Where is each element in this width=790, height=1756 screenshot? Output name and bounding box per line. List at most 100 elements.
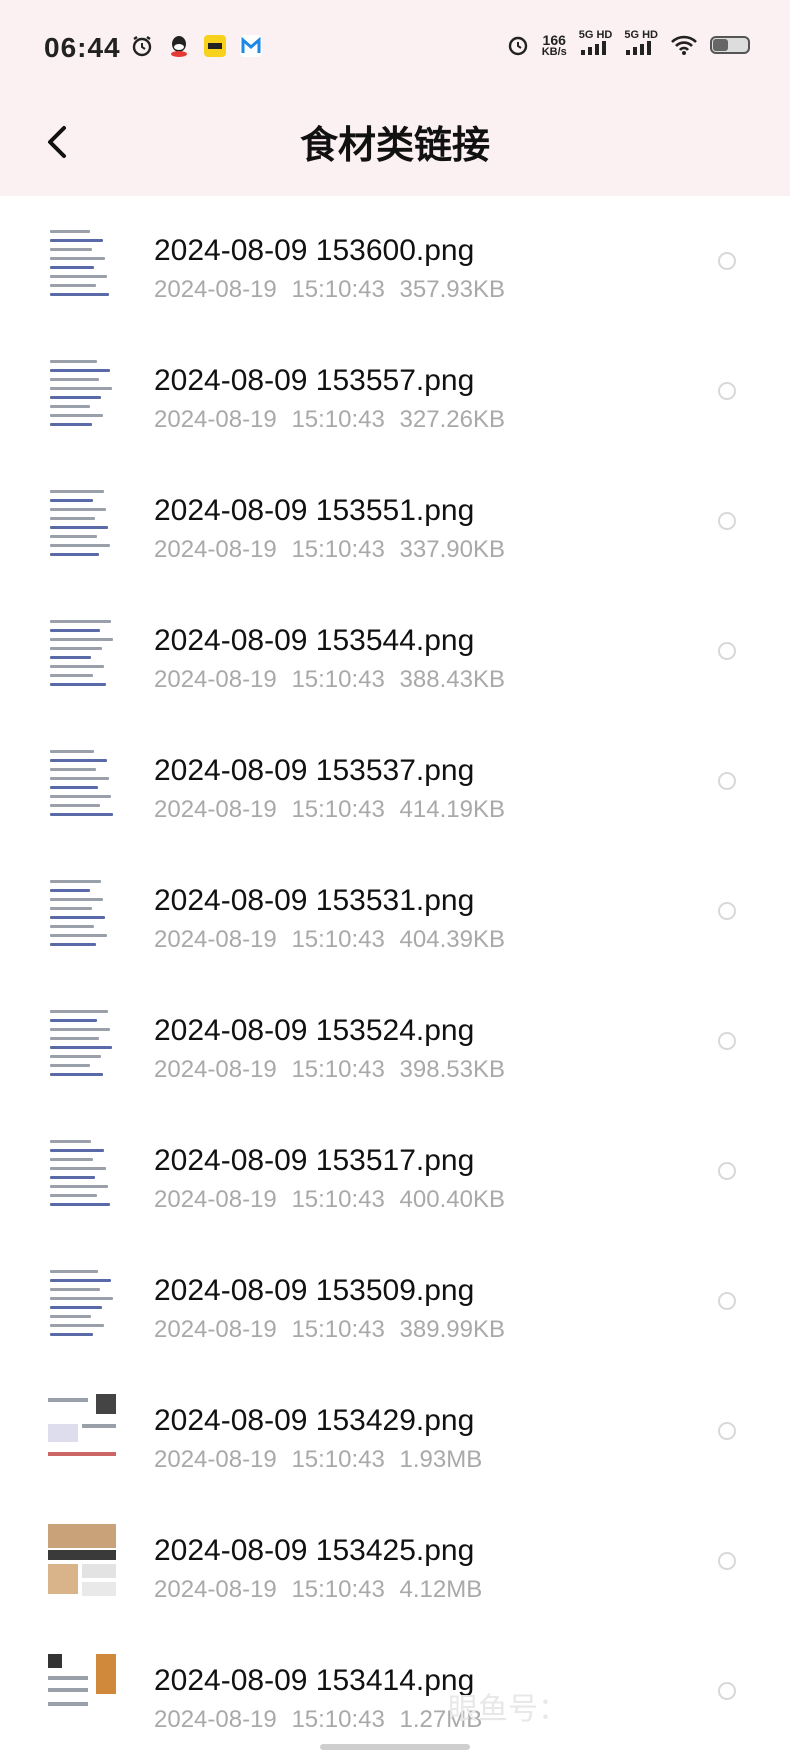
thumbnail-line	[50, 629, 100, 632]
file-list-item[interactable]: 2024-08-09 153429.png 2024-08-19 15:10:43…	[0, 1366, 790, 1496]
thumbnail-line	[50, 1324, 104, 1327]
net-speed-unit: KB/s	[541, 45, 567, 58]
wifi-icon	[671, 35, 697, 55]
file-list-item[interactable]: 2024-08-09 153544.png 2024-08-19 15:10:43…	[0, 586, 790, 716]
thumbnail-line	[50, 674, 93, 677]
file-thumbnail	[48, 744, 116, 820]
select-radio[interactable]	[718, 512, 736, 530]
file-thumbnail	[48, 224, 116, 300]
thumbnail-line	[50, 396, 101, 399]
thumbnail-line	[50, 1019, 97, 1022]
file-list-item[interactable]: 2024-08-09 153425.png 2024-08-19 15:10:43…	[0, 1496, 790, 1626]
select-radio[interactable]	[718, 1422, 736, 1440]
file-date: 2024-08-19	[154, 1186, 277, 1213]
thumbnail-line	[50, 266, 94, 269]
thumbnail-line	[50, 943, 96, 946]
file-list-item[interactable]: 2024-08-09 153517.png 2024-08-19 15:10:43…	[0, 1106, 790, 1236]
thumbnail-block	[48, 1654, 62, 1668]
select-radio[interactable]	[718, 382, 736, 400]
file-thumbnail	[48, 354, 116, 430]
thumbnail-line	[50, 1203, 110, 1206]
file-size: 337.90KB	[399, 536, 505, 563]
thumbnail-line	[50, 239, 103, 242]
select-radio[interactable]	[718, 1292, 736, 1310]
thumbnail-line	[50, 1158, 93, 1161]
file-list-item[interactable]: 2024-08-09 153414.png 2024-08-19 15:10:43…	[0, 1626, 790, 1756]
thumbnail-line	[50, 1270, 98, 1273]
select-radio[interactable]	[718, 902, 736, 920]
file-list-item[interactable]: 2024-08-09 153537.png 2024-08-19 15:10:43…	[0, 716, 790, 846]
file-list-item[interactable]: 2024-08-09 153531.png 2024-08-19 15:10:43…	[0, 846, 790, 976]
status-left-icons	[130, 34, 262, 58]
alarm-icon	[132, 36, 152, 57]
watermark: 眼鱼号：	[448, 1693, 568, 1726]
thumbnail-line	[50, 248, 92, 251]
thumbnail-line	[50, 620, 111, 623]
thumbnail-block	[48, 1398, 88, 1402]
file-meta: 2024-08-19 15:10:43 414.19KB	[154, 796, 505, 824]
title-bar: 食材类链接	[0, 100, 790, 196]
file-list-item[interactable]: 2024-08-09 153557.png 2024-08-19 15:10:43…	[0, 326, 790, 456]
file-time: 15:10:43	[291, 1056, 385, 1083]
file-thumbnail	[48, 1394, 116, 1470]
file-meta: 2024-08-19 15:10:43 1.93MB	[154, 1446, 482, 1474]
sim1-label: 5G HD	[578, 29, 613, 41]
file-list-item[interactable]: 2024-08-09 153551.png 2024-08-19 15:10:43…	[0, 456, 790, 586]
file-name: 2024-08-09 153557.png	[154, 364, 475, 397]
file-list-item[interactable]: 2024-08-09 153524.png 2024-08-19 15:10:43…	[0, 976, 790, 1106]
thumbnail-line	[50, 387, 112, 390]
thumbnail-line	[50, 535, 97, 538]
thumbnail-block	[48, 1424, 78, 1442]
select-radio[interactable]	[718, 772, 736, 790]
thumbnail-block	[96, 1654, 116, 1694]
thumbnail-line	[50, 1315, 91, 1318]
select-radio[interactable]	[718, 642, 736, 660]
thumbnail-line	[50, 1028, 110, 1031]
thumbnail-line	[50, 647, 102, 650]
file-name: 2024-08-09 153509.png	[154, 1274, 475, 1307]
page-title: 食材类链接	[299, 125, 490, 167]
thumbnail-line	[50, 907, 92, 910]
thumbnail-line	[50, 925, 94, 928]
thumbnail-line	[50, 1194, 97, 1197]
status-right-icons: 166 KB/s 5G HD 5G HD	[506, 30, 750, 60]
file-date: 2024-08-19	[154, 1576, 277, 1603]
thumbnail-line	[50, 1037, 99, 1040]
select-radio[interactable]	[718, 252, 736, 270]
status-time: 06:44	[44, 32, 121, 63]
thumbnail-line	[50, 1333, 93, 1336]
select-radio[interactable]	[718, 1682, 736, 1700]
file-meta: 2024-08-19 15:10:43 337.90KB	[154, 536, 505, 564]
thumbnail-line	[50, 490, 104, 493]
thumbnail-line	[50, 759, 107, 762]
thumbnail-line	[50, 1167, 106, 1170]
file-name: 2024-08-09 153600.png	[154, 234, 475, 267]
file-name: 2024-08-09 153537.png	[154, 754, 475, 787]
home-indicator[interactable]	[320, 1744, 470, 1750]
file-name: 2024-08-09 153524.png	[154, 1014, 475, 1047]
file-date: 2024-08-19	[154, 1316, 277, 1343]
signal-icon	[580, 41, 606, 55]
thumbnail-line	[50, 1149, 104, 1152]
file-date: 2024-08-19	[154, 1706, 277, 1733]
select-radio[interactable]	[718, 1162, 736, 1180]
file-name: 2024-08-09 153531.png	[154, 884, 475, 917]
thumbnail-line	[50, 423, 92, 426]
select-radio[interactable]	[718, 1032, 736, 1050]
file-list-item[interactable]: 2024-08-09 153600.png 2024-08-19 15:10:43…	[0, 196, 790, 326]
file-meta: 2024-08-19 15:10:43 357.93KB	[154, 276, 505, 304]
file-thumbnail	[48, 1264, 116, 1340]
thumbnail-line	[50, 414, 103, 417]
file-name: 2024-08-09 153544.png	[154, 624, 475, 657]
file-thumbnail	[48, 1654, 116, 1730]
file-size: 1.93MB	[399, 1446, 483, 1473]
thumbnail-line	[50, 1306, 102, 1309]
file-time: 15:10:43	[291, 1446, 385, 1473]
select-radio[interactable]	[718, 1552, 736, 1570]
file-size: 404.39KB	[399, 926, 505, 953]
file-time: 15:10:43	[291, 1706, 385, 1733]
file-list-item[interactable]: 2024-08-09 153509.png 2024-08-19 15:10:43…	[0, 1236, 790, 1366]
thumbnail-line	[50, 916, 105, 919]
thumbnail-line	[50, 230, 90, 233]
file-meta: 2024-08-19 15:10:43 404.39KB	[154, 926, 505, 954]
